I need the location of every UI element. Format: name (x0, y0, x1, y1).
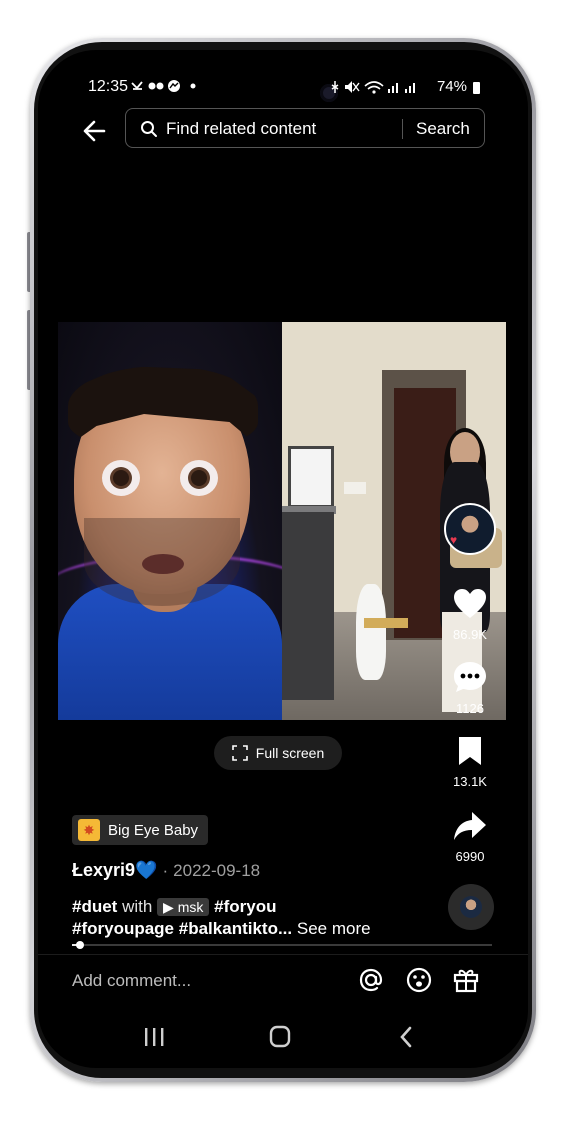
fullscreen-icon (231, 745, 248, 761)
video-caption: #duet with ▶ msk #foryou #foryoupage #ba… (72, 896, 432, 940)
progress-handle[interactable] (76, 941, 85, 949)
back-arrow-icon (83, 120, 106, 142)
play-icon: ▶ (163, 899, 174, 915)
post-date: 2022-09-18 (173, 861, 261, 880)
author-name[interactable]: Łexyri9💙 (72, 860, 157, 880)
effect-icon: ✸ (78, 819, 100, 841)
comment-input[interactable]: Add comment... (72, 971, 191, 991)
comment-bar: Add comment... (38, 954, 528, 1005)
status-time: 12:35 (88, 78, 129, 95)
music-disc-icon[interactable] (448, 884, 494, 930)
comment-button[interactable]: 1126 (438, 660, 502, 716)
mouth (142, 554, 184, 574)
home-icon[interactable] (260, 1022, 300, 1052)
like-button[interactable]: 86.9K (438, 588, 502, 642)
duet-left-video (58, 322, 282, 720)
search-divider (402, 119, 403, 139)
right-eye (180, 460, 218, 496)
emoji-icon[interactable] (404, 965, 434, 995)
fullscreen-button[interactable]: Full screen (214, 736, 342, 770)
see-more-link[interactable]: See more (297, 919, 371, 938)
mention-icon[interactable] (356, 965, 386, 995)
caption-with: with (122, 897, 153, 916)
back-button[interactable] (80, 116, 110, 146)
share-arrow-icon (454, 812, 486, 840)
like-count: 86.9K (453, 627, 487, 642)
system-nav-bar (38, 1010, 528, 1068)
heart-badge-icon: ♥ (450, 533, 458, 547)
hashtag-foryou[interactable]: #foryou (214, 897, 276, 916)
search-icon (141, 121, 157, 137)
search-input[interactable]: Find related content (166, 119, 316, 139)
comment-count: 1126 (456, 701, 484, 716)
bear-statue (356, 584, 386, 680)
back-nav-icon[interactable] (386, 1022, 426, 1052)
notification-icons (130, 78, 210, 97)
gift-icon[interactable] (451, 965, 481, 995)
gold-tray (364, 618, 408, 628)
duet-user-chip[interactable]: ▶ msk (157, 898, 210, 916)
cabinet (282, 512, 334, 700)
left-eye (102, 460, 140, 496)
date-separator: · (162, 861, 169, 880)
creator-avatar[interactable]: ♥ (444, 503, 496, 555)
share-count: 6990 (455, 849, 485, 864)
duet-user: msk (177, 899, 204, 915)
heart-icon (454, 589, 486, 618)
notification-icons-svg (131, 80, 196, 92)
effect-label: Big Eye Baby (108, 821, 199, 839)
hashtag-duet[interactable]: #duet (72, 897, 117, 916)
search-bar[interactable]: Find related content Search (125, 108, 485, 148)
comment-bubble-icon (454, 662, 486, 692)
battery-icon (473, 81, 480, 94)
recent-apps-icon[interactable] (134, 1022, 174, 1052)
connectivity-icons (331, 80, 415, 94)
author-line: Łexyri9💙 · 2022-09-18 (72, 860, 260, 881)
app-screen: 12:35 74% Find related content Search ♥ … (38, 50, 528, 1068)
hashtag-foryoupage[interactable]: #foryoupage (72, 919, 174, 938)
wall-picture (288, 446, 334, 508)
battery-percent: 74% (436, 78, 467, 95)
status-right-icons: 74% (331, 78, 480, 95)
light-switch (344, 482, 366, 494)
fullscreen-label: Full screen (255, 745, 325, 761)
effect-badge[interactable]: ✸ Big Eye Baby (72, 815, 209, 845)
video-progress-bar[interactable] (72, 941, 492, 949)
bookmark-icon (459, 737, 481, 765)
save-count: 13.1K (453, 774, 487, 789)
share-button[interactable]: 6990 (438, 810, 502, 864)
save-button[interactable]: 13.1K (438, 735, 502, 789)
search-button[interactable]: Search (416, 119, 470, 139)
hashtag-balkantiktok[interactable]: #balkantikto... (179, 919, 292, 938)
